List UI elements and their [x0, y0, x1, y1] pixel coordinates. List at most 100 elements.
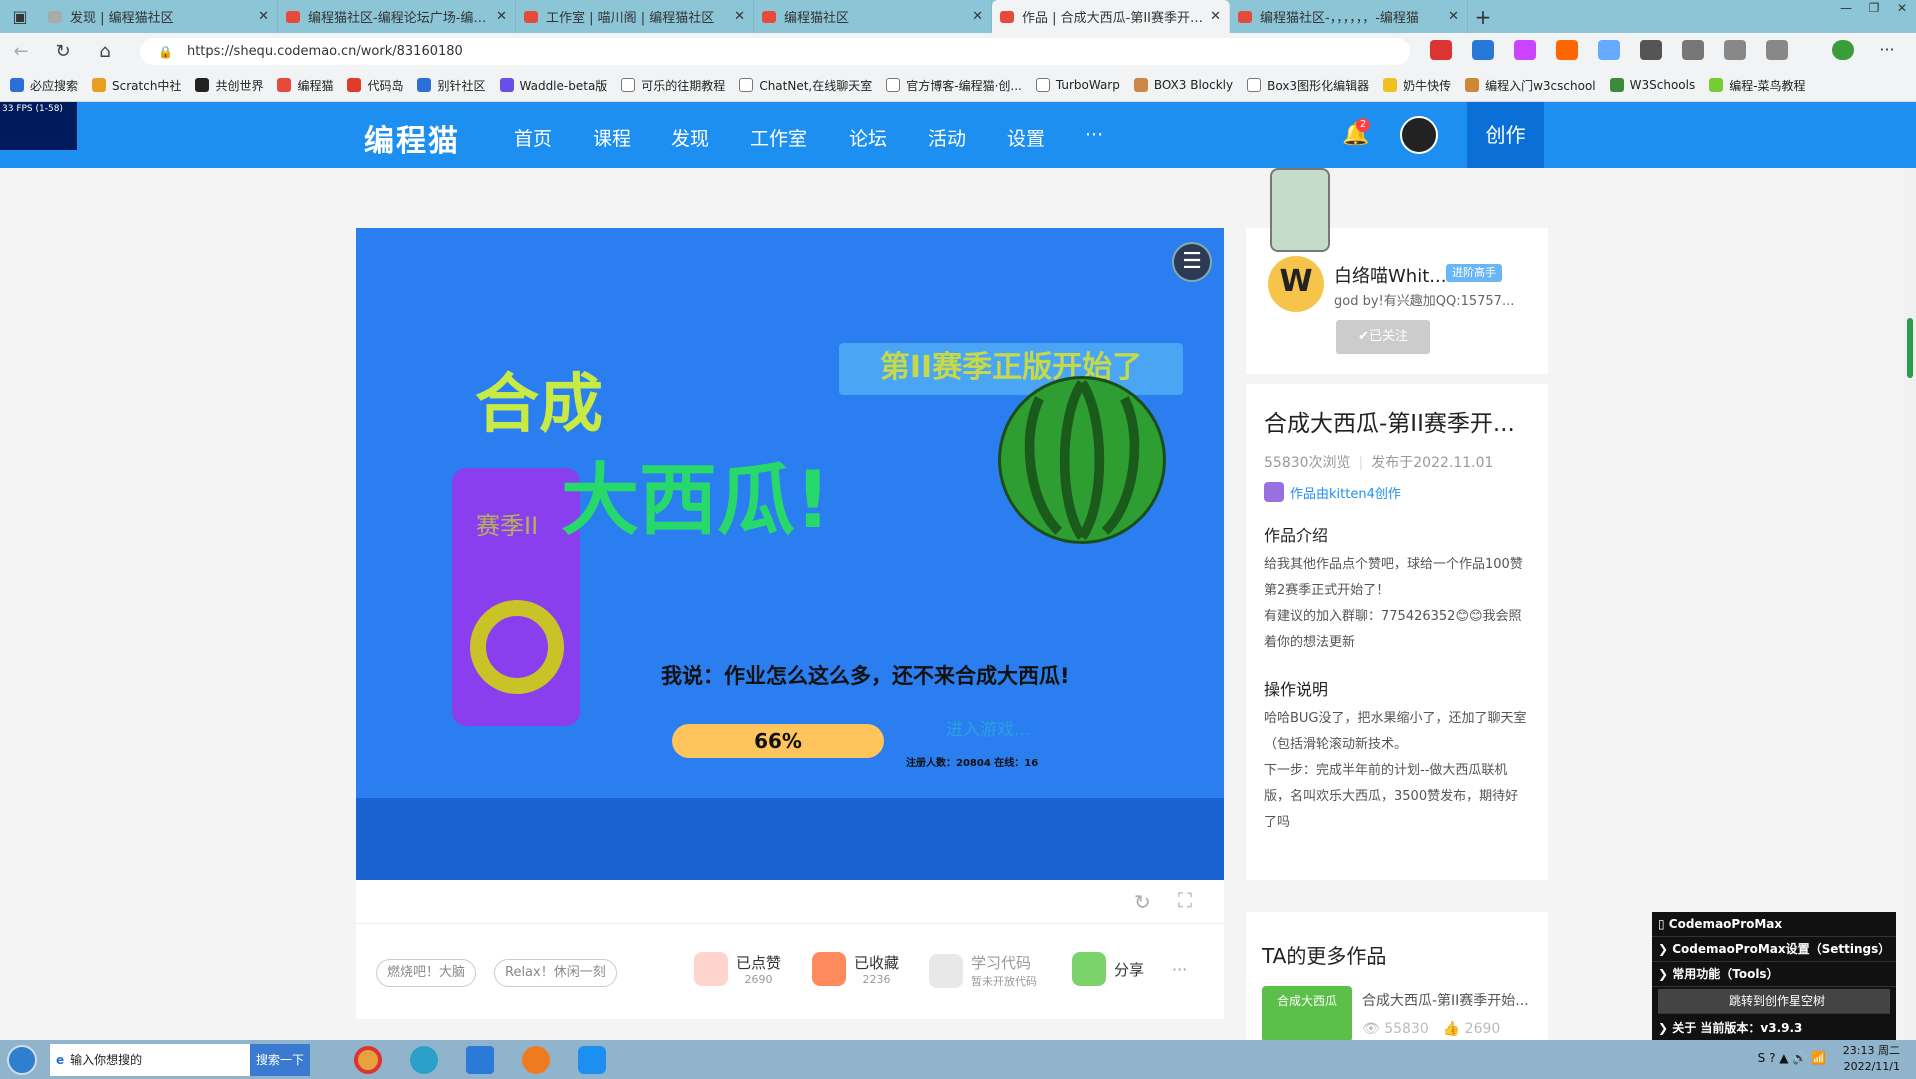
browser-tab-active[interactable]: 作品 | 合成大西瓜-第II赛季开始了 ✕ [992, 0, 1230, 33]
back-icon[interactable]: ← [0, 41, 42, 62]
collections-icon[interactable] [1766, 40, 1788, 60]
cpm-jump-button[interactable]: 跳转到创作星空树 [1658, 989, 1890, 1014]
bookmark[interactable]: TurboWarp [1035, 78, 1120, 92]
nav-home[interactable]: 首页 [514, 124, 552, 151]
tab-actions-icon[interactable]: ▣ [0, 0, 40, 33]
author-name[interactable]: 白络喵Whit... [1334, 262, 1446, 288]
tag-pill[interactable]: 燃烧吧！大脑 [376, 959, 477, 987]
cpm-settings[interactable]: ❯ CodemaoProMax设置（Settings） [1652, 937, 1896, 962]
game-player[interactable]: ☰ 第II赛季正版开始了 赛季II 合成 大西瓜! 我说：作业怎么这么多，还不来… [356, 228, 1224, 880]
browser-tab[interactable]: 编程猫社区-，，，，，，-编程猫 ✕ [1230, 0, 1468, 33]
bookmark[interactable]: 必应搜索 [10, 77, 78, 94]
bookmark[interactable]: 可乐的往期教程 [621, 77, 725, 94]
more-work-title[interactable]: 合成大西瓜-第II赛季开始... [1362, 990, 1529, 1010]
home-icon[interactable]: ⌂ [84, 41, 126, 62]
bookmark[interactable]: 编程猫 [277, 77, 333, 94]
bookmark[interactable]: Box3图形化编辑器 [1247, 77, 1369, 94]
bookmark[interactable]: 编程-菜鸟教程 [1709, 77, 1806, 94]
extensions-icon[interactable] [1682, 40, 1704, 60]
thumbs-up-icon: 👍 [1442, 1021, 1461, 1037]
follow-button[interactable]: ✔已关注 [1336, 320, 1430, 354]
menu-icon[interactable]: ☰ [1172, 242, 1212, 282]
system-tray[interactable]: S ? ▲ 🔊 📶 [1758, 1051, 1826, 1065]
like-button[interactable]: 已点赞 2690 [694, 952, 781, 986]
profile-icon[interactable] [1832, 40, 1854, 60]
favorites-icon[interactable] [1724, 40, 1746, 60]
tag-pill[interactable]: Relax！休闲一刻 [494, 959, 617, 987]
extension-icon[interactable] [1472, 40, 1494, 60]
learn-sub: 暂未开放代码 [971, 975, 1037, 988]
close-icon[interactable]: ✕ [1448, 9, 1459, 24]
restart-icon[interactable]: ↻ [1134, 890, 1151, 914]
start-button[interactable] [0, 1040, 44, 1079]
nav-more-icon[interactable]: ··· [1085, 124, 1103, 146]
new-tab-button[interactable]: + [1468, 0, 1498, 33]
nav-studio[interactable]: 工作室 [750, 124, 807, 151]
user-avatar[interactable] [1400, 116, 1438, 154]
nav-courses[interactable]: 课程 [593, 124, 631, 151]
taskbar-search-button[interactable]: 搜索一下 [250, 1043, 311, 1076]
browser-tab[interactable]: 工作室 | 喵川阁 | 编程猫社区 ✕ [516, 0, 754, 33]
nav-discover[interactable]: 发现 [671, 124, 709, 151]
close-window-icon[interactable]: ✕ [1888, 0, 1916, 16]
firefox-icon[interactable] [508, 1040, 564, 1079]
chrome-icon[interactable] [340, 1040, 396, 1079]
extension-icon[interactable] [1514, 40, 1536, 60]
learn-code-button[interactable]: 学习代码 暂未开放代码 [929, 952, 1037, 989]
season-label: 赛季II [476, 512, 539, 540]
view-count: 55830次浏览 [1264, 455, 1351, 471]
restore-icon[interactable]: ❐ [1860, 0, 1888, 16]
nav-settings[interactable]: 设置 [1007, 124, 1045, 151]
collect-button[interactable]: 已收藏 2236 [812, 952, 899, 986]
close-icon[interactable]: ✕ [258, 9, 269, 24]
bookmark[interactable]: 官方博客-编程猫·创... [886, 77, 1022, 94]
work-thumbnail[interactable]: 合成大西瓜 [1262, 986, 1352, 1042]
more-actions-icon[interactable]: ··· [1172, 960, 1187, 979]
created-with[interactable]: 作品由kitten4创作 [1264, 482, 1530, 502]
bookmark[interactable]: Scratch中社 [92, 77, 181, 94]
browser-tab[interactable]: 编程猫社区-编程论坛广场-编程社 ✕ [278, 0, 516, 33]
bookmark[interactable]: 别针社区 [417, 77, 486, 94]
nav-forum[interactable]: 论坛 [849, 124, 887, 151]
edge-icon[interactable] [396, 1040, 452, 1079]
site-logo[interactable]: 编程猫 [364, 116, 460, 160]
bookmark[interactable]: 共创世界 [195, 77, 263, 94]
url-field[interactable]: 🔒 https://shequ.codemao.cn/work/83160180 [140, 38, 1410, 65]
taskbar-clock[interactable]: 23:13 周二 2022/11/1 [1843, 1043, 1900, 1075]
minimize-icon[interactable]: — [1832, 0, 1860, 16]
extension-icon[interactable] [1430, 40, 1452, 60]
publish-date: 发布于2022.11.01 [1371, 455, 1494, 471]
cpm-version[interactable]: ❯ 关于 当前版本：v3.9.3 [1652, 1016, 1896, 1041]
bookmark[interactable]: Waddle-beta版 [499, 77, 607, 94]
close-icon[interactable]: ✕ [972, 9, 983, 24]
taskbar-search-input[interactable]: e 输入你想搜的 [50, 1043, 250, 1076]
bookmark[interactable]: ChatNet,在线聊天室 [739, 77, 872, 94]
author-avatar[interactable]: W [1268, 256, 1324, 312]
bookmark[interactable]: BOX3 Blockly [1133, 78, 1233, 92]
close-icon[interactable]: ✕ [1210, 9, 1221, 24]
fullscreen-icon[interactable]: ⛶ [1178, 888, 1192, 912]
vscode-icon[interactable] [452, 1040, 508, 1079]
refresh-icon[interactable]: ↻ [42, 41, 84, 62]
app-icon[interactable] [564, 1040, 620, 1079]
extension-icon[interactable] [1556, 40, 1578, 60]
close-icon[interactable]: ✕ [496, 9, 507, 24]
bookmark[interactable]: 编程入门w3cschool [1465, 77, 1596, 94]
cpm-tools[interactable]: ❯ 常用功能（Tools） [1652, 962, 1896, 987]
scrollbar-thumb[interactable] [1907, 318, 1913, 378]
browser-tab[interactable]: 编程猫社区 ✕ [754, 0, 992, 33]
cpm-title[interactable]: ▯ CodemaoProMax [1652, 912, 1896, 937]
extension-icon[interactable] [1598, 40, 1620, 60]
nav-events[interactable]: 活动 [928, 124, 966, 151]
more-icon[interactable]: ··· [1876, 40, 1898, 60]
enter-game-link[interactable]: 进入游戏... [946, 715, 1030, 740]
browser-tab[interactable]: 发现 | 编程猫社区 ✕ [40, 0, 278, 33]
bookmark[interactable]: W3Schools [1609, 78, 1695, 92]
page-scrollbar[interactable] [1904, 168, 1916, 1040]
bookmark[interactable]: 奶牛快传 [1383, 77, 1451, 94]
bookmark[interactable]: 代码岛 [347, 77, 403, 94]
extension-icon[interactable] [1640, 40, 1662, 60]
share-button[interactable]: 分享 [1072, 952, 1144, 986]
create-button[interactable]: 创作 [1467, 102, 1544, 168]
close-icon[interactable]: ✕ [734, 9, 745, 24]
